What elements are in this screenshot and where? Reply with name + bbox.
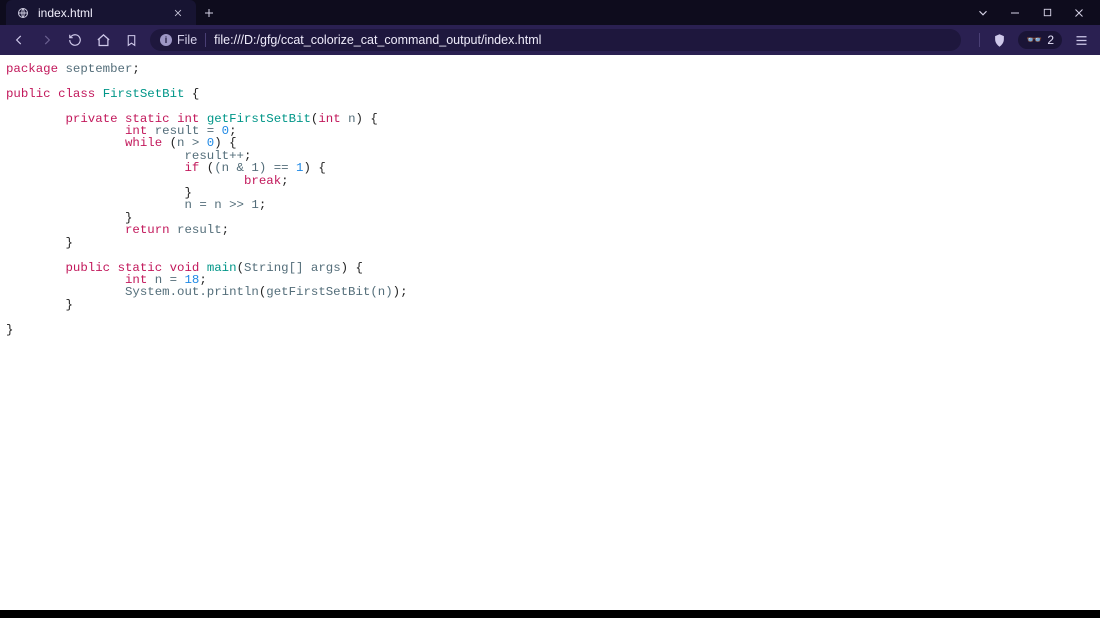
toolbar: i File file:///D:/gfg/ccat_colorize_cat_… — [0, 25, 1100, 55]
forward-icon — [38, 31, 56, 49]
code-block: package september; public class FirstSet… — [0, 55, 1100, 344]
tab-title: index.html — [38, 6, 162, 20]
chevron-down-icon[interactable] — [974, 4, 992, 22]
divider — [205, 33, 206, 47]
home-icon[interactable] — [94, 31, 112, 49]
reload-icon[interactable] — [66, 31, 84, 49]
close-tab-icon[interactable] — [170, 5, 186, 21]
maximize-icon[interactable] — [1038, 4, 1056, 22]
info-icon: i — [160, 34, 172, 46]
window-controls — [974, 4, 1100, 22]
page-content: package september; public class FirstSet… — [0, 55, 1100, 610]
tracker-count-badge[interactable]: 👓 2 — [1018, 31, 1062, 49]
toolbar-right: 👓 2 — [971, 31, 1090, 49]
new-tab-button[interactable] — [196, 0, 222, 25]
menu-icon[interactable] — [1072, 31, 1090, 49]
globe-icon — [16, 6, 30, 20]
back-icon[interactable] — [10, 31, 28, 49]
brave-shield-icon[interactable] — [990, 31, 1008, 49]
glasses-icon: 👓 — [1026, 32, 1042, 48]
browser-tab[interactable]: index.html — [6, 0, 196, 25]
close-window-icon[interactable] — [1070, 4, 1088, 22]
url-text: file:///D:/gfg/ccat_colorize_cat_command… — [214, 33, 541, 47]
address-bar[interactable]: i File file:///D:/gfg/ccat_colorize_cat_… — [150, 29, 961, 51]
scheme-label: File — [177, 33, 197, 47]
tracker-count: 2 — [1047, 33, 1054, 47]
titlebar: index.html — [0, 0, 1100, 25]
scheme-indicator: i File — [160, 33, 197, 47]
taskbar-sliver — [0, 610, 1100, 618]
minimize-icon[interactable] — [1006, 4, 1024, 22]
bookmark-icon[interactable] — [122, 31, 140, 49]
divider — [979, 33, 980, 47]
